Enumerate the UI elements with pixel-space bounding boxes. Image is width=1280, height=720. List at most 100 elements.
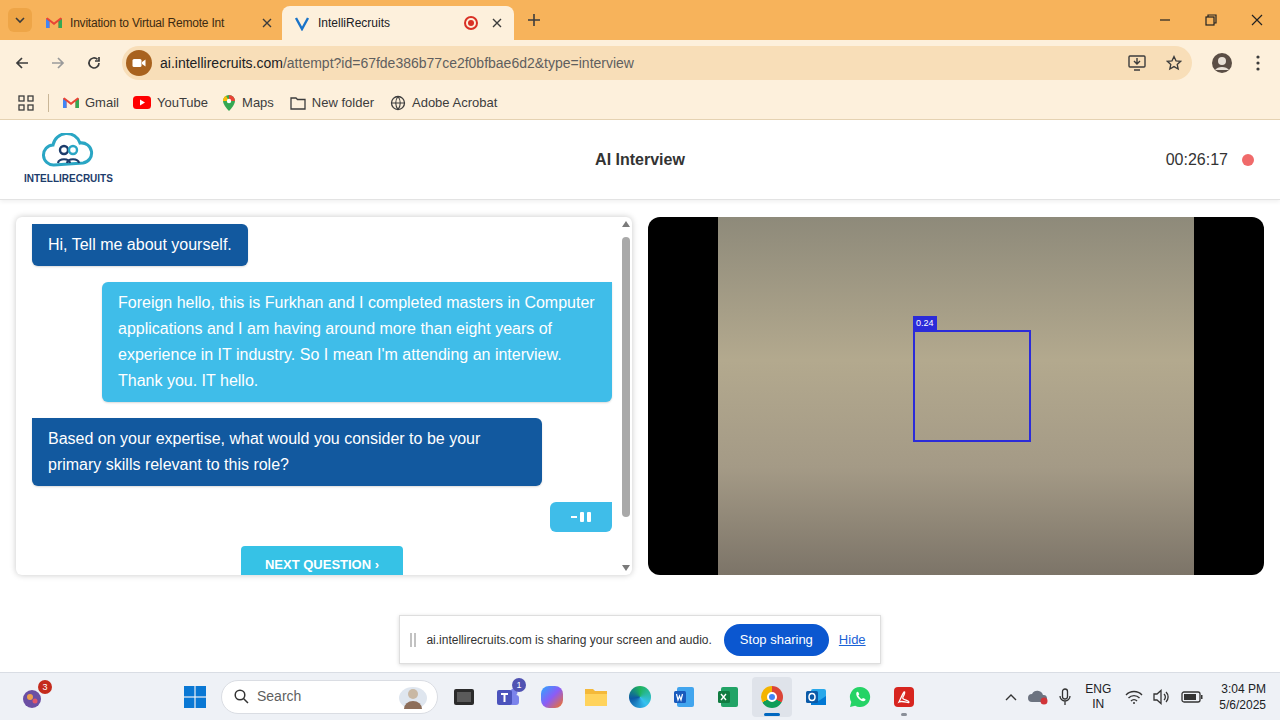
close-window-button[interactable] [1234,0,1280,40]
bookmark-label: YouTube [157,93,208,113]
taskbar-search[interactable]: Search [221,680,438,714]
install-app-icon[interactable] [1128,55,1146,71]
intellirecruits-favicon-icon [294,15,310,31]
typing-indicator [550,502,612,532]
browser-toolbar: ai.intellirecruits.com/attempt?id=67fde3… [0,40,1280,86]
folder-icon [584,687,608,707]
close-icon [1251,14,1263,26]
start-button[interactable] [181,683,209,711]
bookmark[interactable]: YouTube [133,93,222,113]
typing-indicator-row [32,502,612,532]
task-view-button[interactable] [444,677,484,717]
gmail-icon [46,17,62,29]
minimize-button[interactable] [1142,0,1188,40]
input-language[interactable]: ENG IN [1081,682,1115,712]
apps-grid-icon[interactable] [18,95,34,111]
forward-arrow-icon [50,55,66,71]
interview-timer: 00:26:17 [1166,148,1256,172]
folder-icon [290,96,306,110]
chrome-button[interactable] [752,677,792,717]
screen-share-bar: ai.intellirecruits.com is sharing your s… [399,615,880,664]
page-header: INTELLIRECRUITS AI Interview 00:26:17 [0,120,1280,200]
excel-icon [717,686,739,708]
copilot-icon [541,686,563,708]
tab-title: Invitation to Virtual Remote Int [70,14,254,32]
reload-button[interactable] [78,47,110,79]
forward-button[interactable] [42,47,74,79]
bookmark[interactable]: Gmail [63,93,133,113]
drag-handle-icon[interactable] [410,632,416,648]
language-code: ENG [1085,682,1111,697]
excel-button[interactable] [708,677,748,717]
browser-tab[interactable]: Invitation to Virtual Remote Int [36,6,282,40]
hide-link[interactable]: Hide [839,630,866,650]
speaker-icon[interactable] [1153,689,1171,705]
profile-button[interactable] [1206,47,1238,79]
edge-button[interactable] [620,677,660,717]
logo[interactable]: INTELLIRECRUITS [24,133,595,186]
notification-badge: 1 [512,678,526,692]
share-message: ai.intellirecruits.com is sharing your s… [426,631,711,649]
copilot-button[interactable] [532,677,572,717]
chat-scrollbar[interactable] [620,217,632,575]
stop-sharing-button[interactable]: Stop sharing [724,624,829,656]
restore-icon [1205,14,1217,26]
chrome-icon [761,686,783,708]
browser-tab[interactable]: IntelliRecruits [282,6,514,40]
bookmark-label: Maps [242,93,274,113]
site-info-button[interactable] [126,50,152,76]
file-explorer-button[interactable] [576,677,616,717]
widgets-button[interactable]: 3 [20,684,46,710]
recording-icon [464,16,478,30]
scroll-up-icon[interactable] [622,221,630,227]
scrollbar-thumb[interactable] [622,237,630,517]
url-path: /attempt?id=67fde386b77ce2f0bfbae6d2&typ… [283,55,634,71]
chevron-down-icon [14,14,26,26]
plus-icon [527,13,541,27]
cloud-logo-icon [40,133,96,169]
chevron-up-icon[interactable] [1005,693,1017,701]
camera-feed: 0.24 [718,217,1194,575]
battery-icon[interactable] [1181,691,1203,703]
more-vertical-icon [1256,55,1260,71]
back-button[interactable] [6,47,38,79]
scroll-down-icon[interactable] [622,565,630,571]
address-bar[interactable]: ai.intellirecruits.com/attempt?id=67fde3… [122,46,1192,80]
acrobat-button[interactable] [884,677,924,717]
whatsapp-button[interactable] [840,677,880,717]
teams-button[interactable]: 1 [488,677,528,717]
search-placeholder: Search [257,686,387,707]
word-icon [673,686,695,708]
back-arrow-icon [14,55,30,71]
clock-date: 5/6/2025 [1219,697,1266,713]
page-title: AI Interview [595,148,685,172]
outlook-button[interactable] [796,677,836,717]
clock[interactable]: 3:04 PM 5/6/2025 [1213,681,1270,713]
onedrive-icon[interactable] [1027,689,1049,705]
acrobat-icon [893,686,915,708]
browser-menu-button[interactable] [1242,47,1274,79]
interviewer-message-bubble: Hi, Tell me about yourself. [32,224,248,266]
tab-search-button[interactable] [8,8,32,32]
bookmark[interactable]: Adobe Acrobat [390,93,497,113]
detection-score: 0.24 [913,316,937,330]
windows-logo-icon [184,686,206,708]
close-icon[interactable] [492,18,502,28]
word-button[interactable] [664,677,704,717]
next-question-button[interactable]: NEXT QUESTION › [241,546,403,575]
restore-button[interactable] [1188,0,1234,40]
tab-title: IntelliRecruits [318,14,456,32]
globe-icon [390,95,406,111]
bookmark-folder[interactable]: New folder [290,93,390,113]
close-icon[interactable] [262,18,272,28]
url-host: ai.intellirecruits.com [160,55,283,71]
bookmark-label: New folder [312,93,374,113]
tab-strip: Invitation to Virtual Remote Int Intelli… [0,0,1280,40]
running-indicator [901,713,907,716]
microphone-icon[interactable] [1059,688,1071,706]
taskbar: 3 Search 1 ENG [0,672,1280,720]
bookmark[interactable]: Maps [222,93,290,113]
new-tab-button[interactable] [520,6,548,34]
bookmark-star-icon[interactable] [1166,55,1182,71]
wifi-icon[interactable] [1125,690,1143,704]
